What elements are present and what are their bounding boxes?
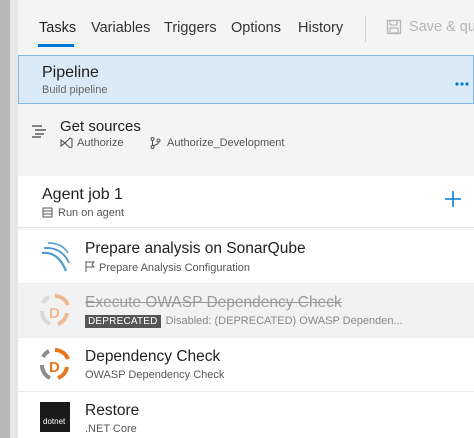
task-title: Prepare analysis on SonarQube: [85, 240, 306, 257]
branch-icon: [150, 137, 161, 149]
task-restore[interactable]: dotnet Restore .NET Core: [18, 392, 474, 438]
repository-name: Authorize: [77, 137, 124, 149]
toolbar-separator: [365, 16, 366, 42]
task-title: Restore: [85, 402, 140, 419]
branch: Authorize_Development: [150, 137, 284, 152]
dotnet-icon-text: dotnet: [43, 417, 66, 426]
task-subtitle: Prepare Analysis Configuration: [85, 261, 250, 274]
task-subtitle: DEPRECATED Disabled: (DEPRECATED) OWASP D…: [85, 315, 403, 328]
task-subtitle-text: Disabled: (DEPRECATED) OWASP Dependen...: [165, 315, 403, 327]
svg-text:D: D: [49, 305, 60, 322]
pipeline-node[interactable]: Pipeline Build pipeline: [18, 55, 474, 104]
owasp-icon: D: [40, 293, 70, 329]
tab-history[interactable]: History: [298, 20, 343, 36]
svg-text:D: D: [49, 359, 60, 376]
task-subtitle-text: Prepare Analysis Configuration: [99, 262, 251, 274]
task-subtitle: .NET Core: [85, 423, 137, 435]
branch-name: Authorize_Development: [167, 137, 285, 149]
task-title: Execute OWASP Dependency Check: [85, 294, 342, 311]
server-icon: [42, 207, 53, 218]
flag-icon: [85, 261, 95, 272]
task-execute-owasp[interactable]: D Execute OWASP Dependency Check DEPRECA…: [18, 284, 474, 338]
save-queue-label: Save & que: [409, 19, 474, 35]
task-dependency-check[interactable]: D Dependency Check OWASP Dependency Chec…: [18, 338, 474, 392]
repository: Authorize: [60, 137, 123, 151]
visual-studio-icon: [60, 137, 73, 149]
agent-job-node[interactable]: Agent job 1 Run on agent: [18, 176, 474, 228]
task-subtitle: OWASP Dependency Check: [85, 369, 225, 381]
add-task-icon[interactable]: [444, 190, 462, 213]
pipeline-title: Pipeline: [42, 64, 99, 81]
tab-triggers[interactable]: Triggers: [164, 20, 217, 36]
agent-job-subtitle-text: Run on agent: [58, 207, 125, 219]
agent-job-title: Agent job 1: [42, 186, 123, 203]
owasp-icon: D: [40, 347, 70, 383]
sonarqube-icon: [40, 239, 70, 275]
task-title: Dependency Check: [85, 348, 221, 365]
pipeline-subtitle: Build pipeline: [42, 84, 108, 96]
pipeline-editor: Tasks Variables Triggers Options History…: [18, 0, 474, 438]
tab-variables[interactable]: Variables: [91, 20, 150, 36]
left-rail: [0, 0, 10, 438]
tab-options[interactable]: Options: [231, 20, 281, 36]
ellipsis-icon[interactable]: [455, 70, 469, 91]
get-sources-icon: [32, 124, 48, 143]
active-tab-indicator: [38, 44, 74, 47]
get-sources-title: Get sources: [60, 118, 141, 135]
dotnet-icon: dotnet: [40, 402, 70, 432]
tab-tasks[interactable]: Tasks: [39, 20, 76, 36]
deprecated-badge: DEPRECATED: [85, 315, 161, 328]
get-sources-node[interactable]: Get sources Authorize Authorize_Developm…: [18, 112, 474, 162]
left-rail-inner: [10, 0, 18, 438]
agent-job-subtitle: Run on agent: [42, 207, 124, 221]
task-prepare-sonarqube[interactable]: Prepare analysis on SonarQube Prepare An…: [18, 230, 474, 284]
tab-bar: Tasks Variables Triggers Options History…: [18, 0, 474, 50]
save-icon: [386, 19, 402, 35]
